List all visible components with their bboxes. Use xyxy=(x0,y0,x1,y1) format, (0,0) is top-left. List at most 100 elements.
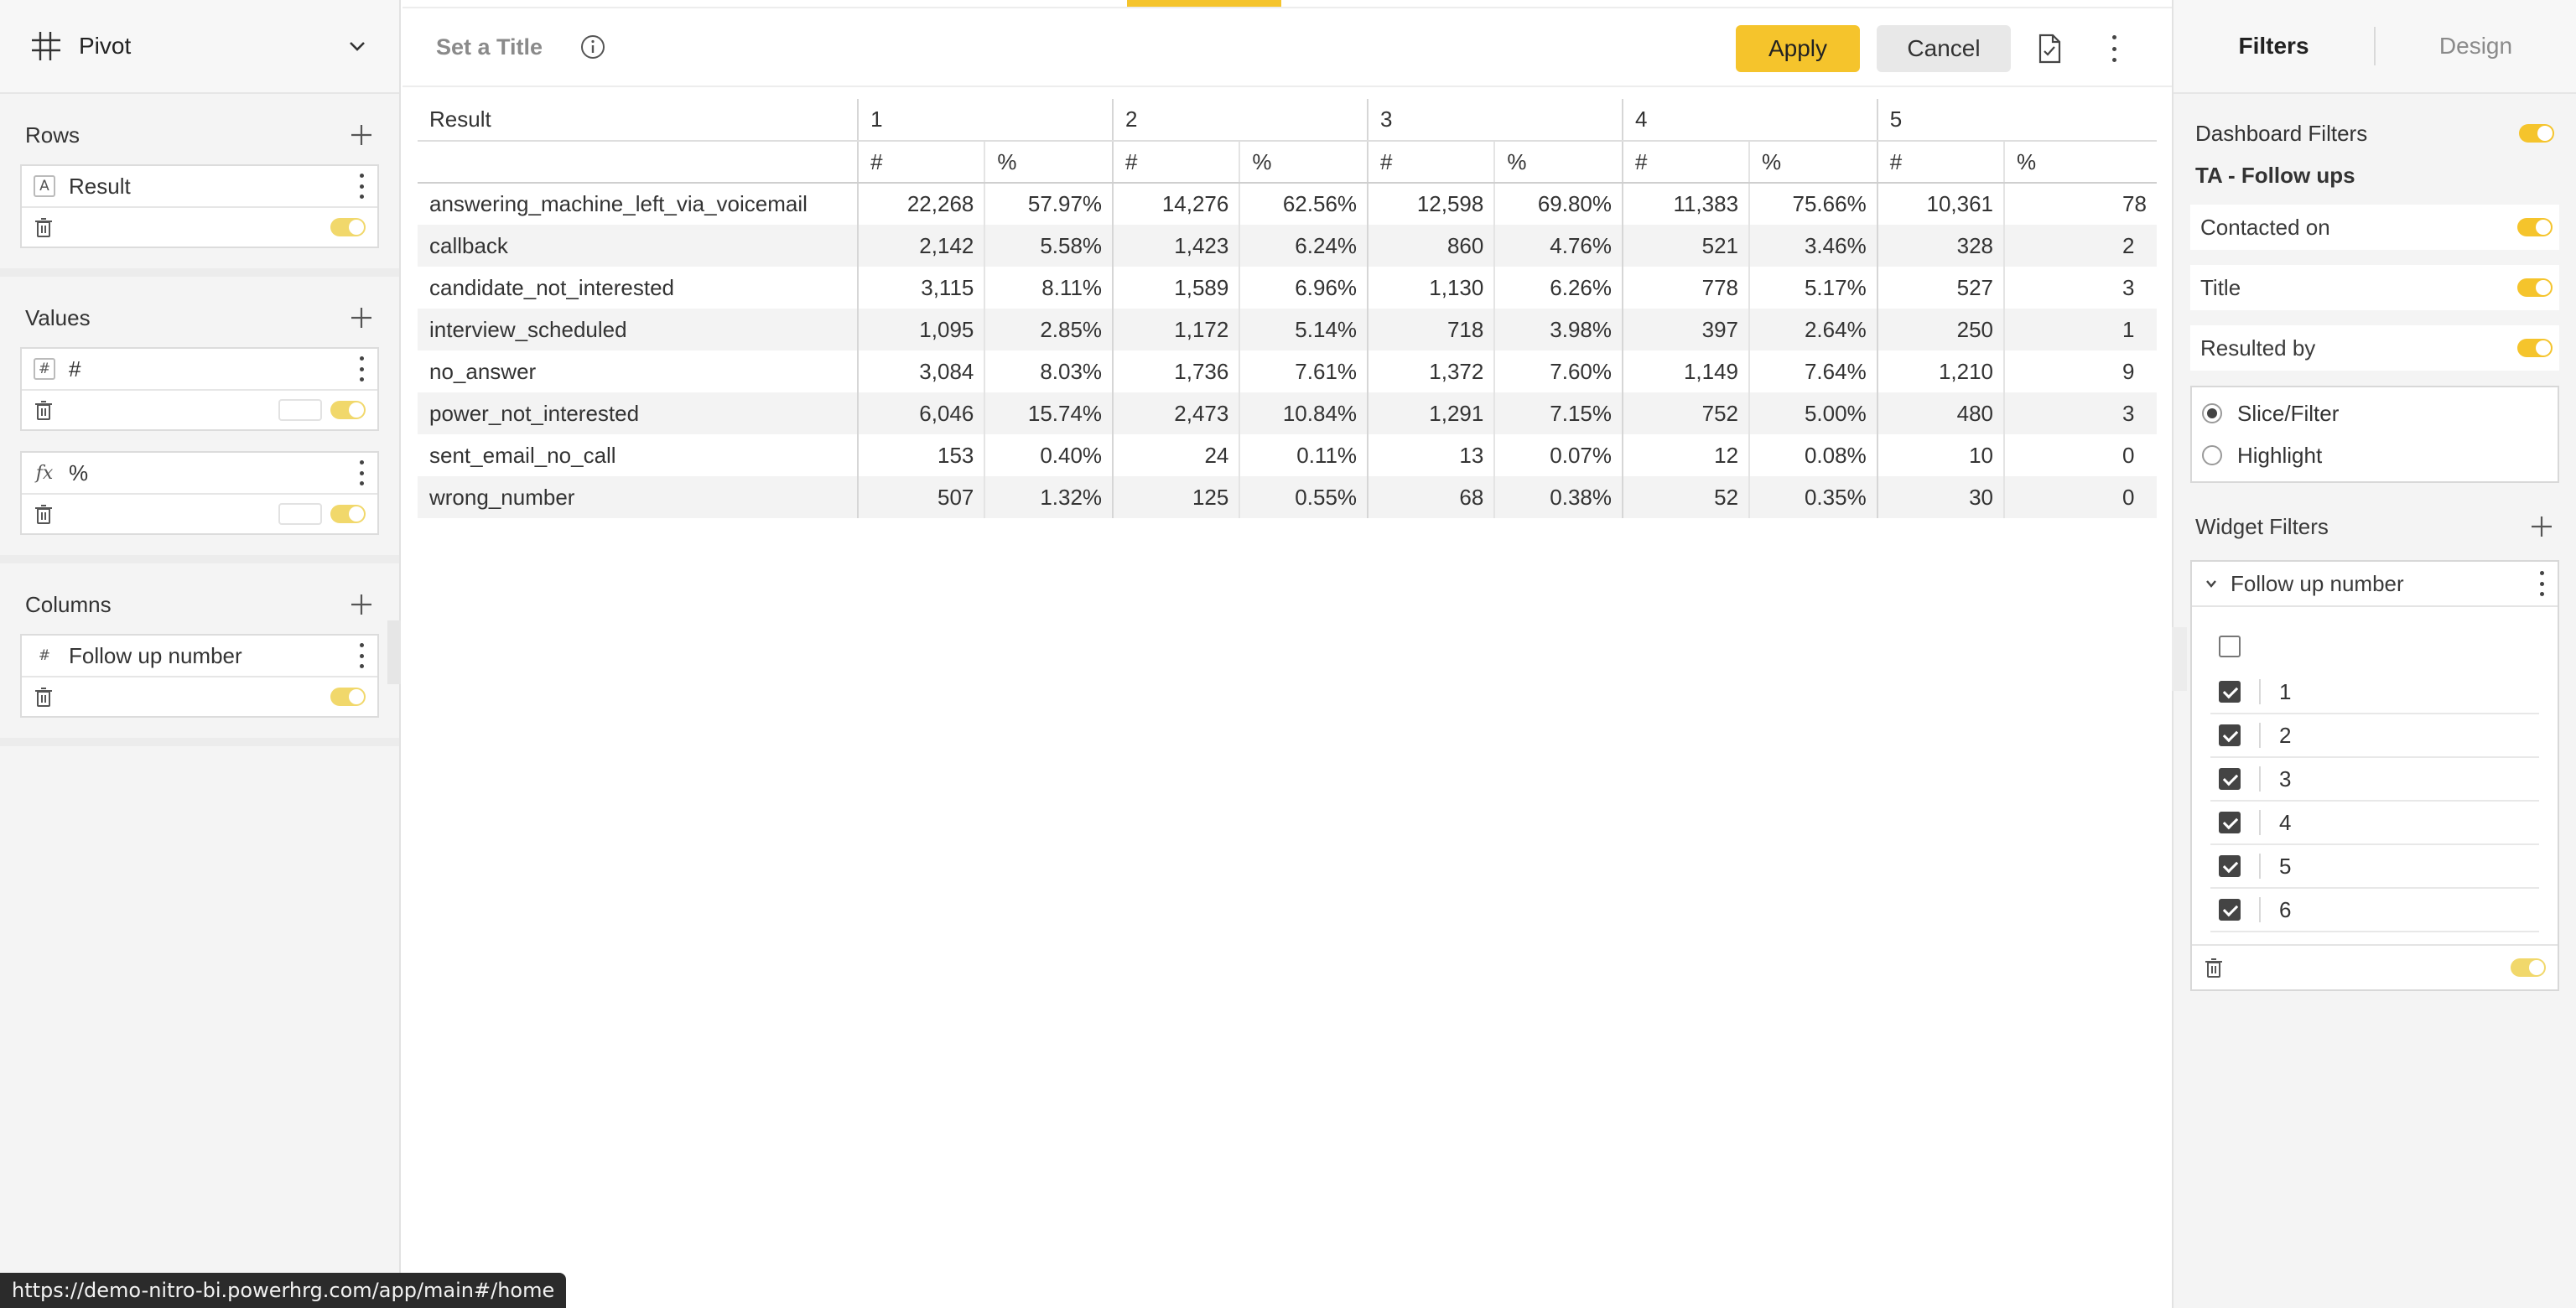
filter-contacted-on[interactable]: Contacted on xyxy=(2190,205,2559,250)
row-header[interactable]: Result xyxy=(418,99,859,142)
select-all-checkbox[interactable] xyxy=(2219,636,2241,657)
widget-filter-toggle[interactable] xyxy=(2511,958,2546,977)
trash-icon[interactable] xyxy=(34,399,54,421)
cell-value: 69.80% xyxy=(1493,183,1623,225)
percent-subheader[interactable]: % xyxy=(1493,141,1623,184)
table-row[interactable]: interview_scheduled 1,095 2.85% 1,172 5.14% 7… xyxy=(418,309,2157,350)
widget-filter-header[interactable]: Follow up number xyxy=(2192,562,2558,607)
cell-value: 0.55% xyxy=(1239,476,1368,518)
column-group-header[interactable]: 5 xyxy=(1876,99,2157,142)
filter-option[interactable]: 3 xyxy=(2210,758,2539,802)
percent-subheader[interactable]: % xyxy=(1239,141,1368,184)
mode-highlight[interactable]: Highlight xyxy=(2202,434,2547,476)
apply-button[interactable]: Apply xyxy=(1736,25,1860,72)
tab-filters[interactable]: Filters xyxy=(2174,33,2374,60)
checked-checkbox[interactable] xyxy=(2219,899,2241,921)
percent-subheader[interactable]: % xyxy=(1748,141,1877,184)
trash-icon[interactable] xyxy=(34,503,54,525)
column-field-menu-icon[interactable] xyxy=(357,643,366,668)
column-group-header[interactable]: 4 xyxy=(1622,99,1877,142)
filter-option[interactable]: 2 xyxy=(2210,714,2539,758)
radio-unselected[interactable] xyxy=(2202,445,2222,465)
value-field-menu-icon[interactable] xyxy=(357,356,366,382)
cell-value: 752 xyxy=(1622,392,1750,434)
widget-type-selector[interactable]: Pivot xyxy=(0,0,399,94)
filter-title[interactable]: Title xyxy=(2190,265,2559,310)
count-subheader[interactable]: # xyxy=(857,141,985,184)
cell-value-truncated: 78 xyxy=(2003,183,2157,225)
percent-subheader[interactable]: % xyxy=(2003,141,2157,184)
dashboard-name: TA - Follow ups xyxy=(2195,162,2355,188)
filter-resulted-by[interactable]: Resulted by xyxy=(2190,325,2559,371)
add-row-icon[interactable] xyxy=(349,122,374,148)
value-field-toggle[interactable] xyxy=(330,401,366,419)
filter-toggle[interactable] xyxy=(2517,278,2553,297)
trash-icon[interactable] xyxy=(34,686,54,708)
table-row[interactable]: power_not_interested 6,046 15.74% 2,473 10.8… xyxy=(418,392,2157,434)
filter-option[interactable]: 5 xyxy=(2210,845,2539,889)
more-options-icon[interactable] xyxy=(2110,35,2118,62)
trash-icon[interactable] xyxy=(34,216,54,238)
count-subheader[interactable]: # xyxy=(1112,141,1240,184)
cell-value: 0.11% xyxy=(1239,434,1368,476)
filter-toggle[interactable] xyxy=(2517,339,2553,357)
column-group-header[interactable]: 3 xyxy=(1367,99,1623,142)
dashboard-filters-label: Dashboard Filters xyxy=(2195,120,2368,146)
value-field-card: fx % xyxy=(20,451,379,535)
tab-design[interactable]: Design xyxy=(2376,33,2576,60)
column-field-name[interactable]: Follow up number xyxy=(69,643,357,669)
table-row[interactable]: callback 2,142 5.58% 1,423 6.24% 860 4.76% 521 3… xyxy=(418,225,2157,267)
checked-checkbox[interactable] xyxy=(2219,855,2241,877)
cell-value: 860 xyxy=(1367,225,1495,267)
row-field-toggle[interactable] xyxy=(330,218,366,236)
table-row[interactable]: candidate_not_interested 3,115 8.11% 1,589 6… xyxy=(418,267,2157,309)
column-group-header[interactable]: 2 xyxy=(1112,99,1368,142)
add-column-icon[interactable] xyxy=(349,592,374,617)
filter-option[interactable]: 4 xyxy=(2210,802,2539,845)
text-type-icon: A xyxy=(34,175,55,197)
value-field-name[interactable]: # xyxy=(69,356,357,382)
filter-toggle[interactable] xyxy=(2517,218,2553,236)
value-field-menu-icon[interactable] xyxy=(357,460,366,485)
mode-slice-filter[interactable]: Slice/Filter xyxy=(2202,392,2547,434)
cell-value: 62.56% xyxy=(1239,183,1368,225)
chevron-down-icon[interactable] xyxy=(345,34,369,58)
checked-checkbox[interactable] xyxy=(2219,812,2241,833)
document-check-icon[interactable] xyxy=(2036,34,2063,64)
column-field-toggle[interactable] xyxy=(330,688,366,706)
table-row[interactable]: sent_email_no_call 153 0.40% 24 0.11% 13 0.07%… xyxy=(418,434,2157,476)
checked-checkbox[interactable] xyxy=(2219,768,2241,790)
percent-subheader[interactable]: % xyxy=(984,141,1114,184)
value-field-name[interactable]: % xyxy=(69,460,357,486)
column-group-header[interactable]: 1 xyxy=(857,99,1114,142)
info-icon[interactable] xyxy=(579,34,606,60)
count-subheader[interactable]: # xyxy=(1622,141,1750,184)
table-row[interactable]: answering_machine_left_via_voicemail 22,2… xyxy=(418,183,2157,225)
add-value-icon[interactable] xyxy=(349,305,374,330)
row-field-name[interactable]: Result xyxy=(69,174,357,200)
value-field-toggle[interactable] xyxy=(330,505,366,523)
right-panel-collapse-handle[interactable] xyxy=(2172,627,2187,691)
row-field-menu-icon[interactable] xyxy=(357,174,366,199)
table-row[interactable]: wrong_number 507 1.32% 125 0.55% 68 0.38% 52 0.3… xyxy=(418,476,2157,518)
color-swatch[interactable] xyxy=(278,503,322,525)
checked-checkbox[interactable] xyxy=(2219,681,2241,703)
cancel-button[interactable]: Cancel xyxy=(1877,25,2011,72)
filter-option[interactable]: 1 xyxy=(2210,671,2539,714)
color-swatch[interactable] xyxy=(278,399,322,421)
trash-icon[interactable] xyxy=(2204,957,2224,978)
title-input[interactable]: Set a Title xyxy=(436,34,543,60)
widget-filter-menu-icon[interactable] xyxy=(2537,571,2546,596)
add-widget-filter-icon[interactable] xyxy=(2529,514,2554,539)
filter-label: Title xyxy=(2200,274,2241,300)
chevron-down-icon[interactable] xyxy=(2204,576,2219,591)
count-subheader[interactable]: # xyxy=(1876,141,2005,184)
dashboard-filters-toggle[interactable] xyxy=(2519,124,2554,143)
left-panel-collapse-handle[interactable] xyxy=(387,620,401,684)
count-subheader[interactable]: # xyxy=(1367,141,1495,184)
filter-option[interactable]: 6 xyxy=(2210,889,2539,932)
checked-checkbox[interactable] xyxy=(2219,724,2241,746)
radio-selected[interactable] xyxy=(2202,403,2222,423)
cell-value: 52 xyxy=(1622,476,1750,518)
table-row[interactable]: no_answer 3,084 8.03% 1,736 7.61% 1,372 7.60% 1… xyxy=(418,350,2157,392)
